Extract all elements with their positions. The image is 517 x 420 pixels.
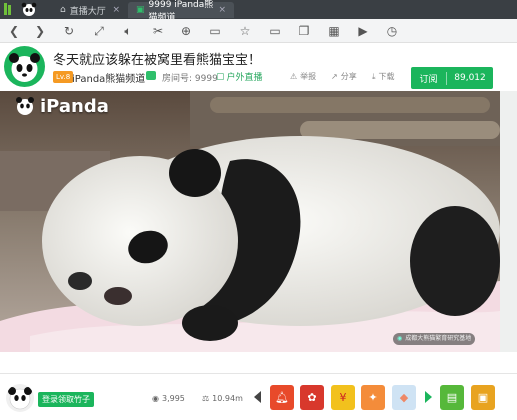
outdoor-tag[interactable]: ▢ 户外直播: [216, 70, 263, 84]
close-icon[interactable]: ×: [112, 5, 120, 15]
gift-money[interactable]: ¥: [331, 385, 355, 410]
qr-icon[interactable]: ▦: [326, 23, 342, 39]
toolbar: ❮ ❯ ↻ ⤢ 🔈︎ ✂ ⊕ ▭ ☆ ▭ ❐ ▦ ▶ ◷: [0, 19, 517, 43]
video-credit-label: 成都大熊猫繁育研究基地: [405, 335, 472, 342]
panda-logo-icon: [16, 97, 34, 115]
gift-box-icon: ▣: [477, 391, 489, 404]
close-icon[interactable]: ×: [218, 5, 226, 15]
record-icon[interactable]: ▶: [355, 23, 371, 39]
panda-logo-icon: [4, 2, 37, 16]
refresh-icon[interactable]: ↻: [61, 23, 77, 39]
chat-icon[interactable]: [146, 71, 156, 80]
video-credit: ◉ 成都大熊猫繁育研究基地: [393, 333, 476, 345]
tv-icon: ▣: [136, 5, 145, 15]
gift-box[interactable]: ▣: [471, 385, 495, 410]
fullscreen-icon[interactable]: ⤢: [91, 23, 107, 39]
globe-icon: ◉: [397, 335, 403, 342]
gift-bell-icon: 🔔︎: [275, 391, 289, 404]
back-icon[interactable]: ❮: [6, 23, 22, 39]
weight-stat: ⚖ 10.94m: [202, 394, 243, 403]
gift-shoe[interactable]: ◆: [392, 385, 416, 410]
history-icon[interactable]: ◷: [384, 23, 400, 39]
report-icon: ⚠: [290, 72, 298, 81]
window-icon[interactable]: ❐: [296, 23, 312, 39]
side-panel-edge: [500, 91, 517, 352]
user-avatar[interactable]: [6, 384, 34, 412]
report-button[interactable]: ⚠ 举报: [290, 71, 316, 82]
room-number: 房间号: 9999: [162, 74, 218, 84]
download-button[interactable]: ⤓ 下载: [372, 71, 395, 82]
title-bar: ⌂ 直播大厅 × ▣ 9999 iPanda熊猫频道 ×: [0, 0, 517, 23]
channel-avatar[interactable]: [4, 46, 45, 87]
stream-title: 冬天就应该躲在被窝里看熊猫宝宝！: [53, 53, 262, 68]
gift-bell[interactable]: 🔔︎: [270, 385, 294, 410]
gift-shoe-icon: ◆: [399, 391, 409, 404]
gift-lobster-icon: ✿: [307, 391, 317, 404]
gift-pack[interactable]: ▤: [440, 385, 464, 410]
panda-cub-video-frame: [0, 91, 500, 352]
panda-avatar-icon: [8, 387, 32, 410]
viewer-count: ◉ 3,995: [152, 394, 185, 403]
home-icon: ⌂: [60, 5, 66, 15]
zoom-icon[interactable]: ⊕: [178, 23, 194, 39]
screen-icon[interactable]: ▭: [267, 23, 283, 39]
share-icon: ↗: [331, 72, 338, 81]
download-label: 下载: [378, 72, 395, 81]
tab-home-label: 直播大厅: [69, 6, 106, 17]
star-icon[interactable]: ☆: [237, 23, 253, 39]
weight-value: 10.94m: [212, 394, 243, 403]
camera-icon[interactable]: ▭: [207, 23, 223, 39]
subscribe-label: 订阅: [411, 71, 447, 85]
next-gift-icon[interactable]: [424, 391, 432, 403]
channel-name[interactable]: iPanda熊猫频道: [72, 70, 145, 85]
gift-lobster[interactable]: ✿: [300, 385, 324, 410]
cut-icon[interactable]: ✂: [150, 23, 166, 39]
viewer-count-value: 3,995: [161, 394, 185, 403]
outdoor-tag-label: 户外直播: [226, 73, 263, 83]
share-button[interactable]: ↗ 分享: [331, 71, 357, 82]
stream-header: 冬天就应该躲在被窝里看熊猫宝宝！ Lv.8 iPanda熊猫频道 房间号: 99…: [0, 43, 517, 91]
tab-live[interactable]: ▣ 9999 iPanda熊猫频道 ×: [128, 0, 234, 23]
weight-icon: ⚖: [202, 394, 210, 403]
volume-icon[interactable]: 🔈︎: [120, 23, 136, 39]
subscribe-button[interactable]: 订阅 89,012: [411, 67, 493, 89]
forward-icon[interactable]: ❯: [32, 23, 48, 39]
get-bamboo-button[interactable]: 登录领取竹子: [38, 392, 94, 407]
level-badge: Lv.8: [53, 71, 74, 83]
ipanda-watermark: iPanda: [14, 95, 109, 117]
tab-home[interactable]: ⌂ 直播大厅 ×: [52, 2, 128, 18]
panda-avatar-icon: [9, 53, 40, 82]
video-player[interactable]: iPanda: [0, 91, 500, 352]
gift-meat-icon: ✦: [368, 391, 378, 404]
report-label: 举报: [300, 72, 317, 81]
watermark-label: iPanda: [40, 95, 109, 117]
prev-gift-icon[interactable]: [254, 391, 262, 403]
tag-icon: ▢: [216, 71, 225, 82]
download-icon: ⤓: [372, 71, 376, 81]
bottom-bar: 登录领取竹子 ◉ 3,995 ⚖ 10.94m 🔔︎ ✿ ¥ ✦ ◆ ▤ ▣: [0, 373, 517, 420]
subscribe-count: 89,012: [454, 73, 486, 83]
eye-icon: ◉: [152, 394, 159, 403]
gift-pack-icon: ▤: [446, 391, 458, 404]
gift-meat[interactable]: ✦: [361, 385, 385, 410]
share-label: 分享: [340, 72, 357, 81]
gift-money-icon: ¥: [339, 391, 347, 404]
